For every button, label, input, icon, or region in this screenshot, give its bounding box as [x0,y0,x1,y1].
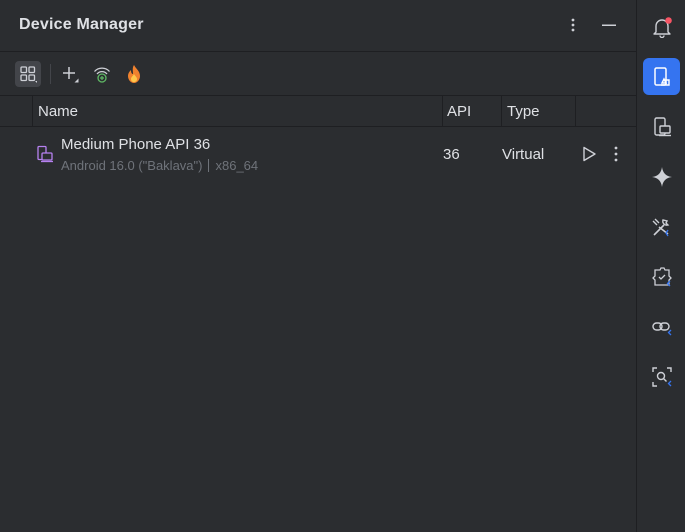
device-groups-icon [20,66,37,83]
device-os: Android 16.0 ("Baklava") [61,158,203,173]
column-divider[interactable] [32,96,33,127]
table-header: Name API Type [0,96,636,127]
right-tool-stripe [636,0,685,532]
start-device-button[interactable] [578,143,600,165]
column-divider[interactable] [501,96,502,127]
device-actions-menu-button[interactable] [605,143,627,165]
layout-inspector-tab[interactable] [643,358,680,395]
running-devices-tab[interactable] [643,108,680,145]
pair-wireless-button[interactable] [89,61,115,87]
add-device-icon [63,67,79,83]
build-tools-icon [652,218,669,236]
minimize-button[interactable] [598,14,620,36]
column-divider[interactable] [442,96,443,127]
options-menu-button[interactable] [562,14,584,36]
running-devices-icon [653,116,671,136]
device-arch: x86_64 [215,158,259,173]
subtitle-divider [208,159,210,172]
toolbar [0,52,636,96]
notification-badge [664,16,672,24]
app-quality-insights-tab[interactable] [643,258,680,295]
panel-title: Device Manager [19,16,144,33]
build-tools-tab[interactable] [643,208,680,245]
device-name: Medium Phone API 36 [61,136,211,153]
gemini-icon [651,166,672,187]
device-manager-window: Device Manager Name API Type Medium Phon… [0,0,685,532]
panel-header: Device Manager [0,0,636,52]
notifications-button[interactable] [643,8,680,45]
more-vertical-icon [571,18,575,32]
virtual-device-icon [37,145,53,163]
pair-wireless-icon [94,67,110,83]
column-name-header[interactable]: Name [38,96,78,127]
column-divider[interactable] [575,96,576,127]
group-devices-button[interactable] [15,61,41,87]
column-api-header[interactable]: API [447,96,471,127]
header-actions [562,14,620,36]
firebase-icon [128,65,140,83]
more-vertical-icon [614,146,618,162]
notifications-icon [652,16,672,38]
play-icon [583,146,596,162]
device-manager-panel: Device Manager Name API Type Medium Phon… [0,0,636,532]
layout-inspector-icon [651,366,672,387]
table-row[interactable]: Medium Phone API 36 Android 16.0 ("Bakla… [0,128,636,180]
app-links-icon [651,321,671,335]
device-api: 36 [443,146,460,163]
app-quality-insights-icon [651,266,672,286]
device-type: Virtual [502,146,545,163]
column-type-header[interactable]: Type [507,96,540,127]
firebase-device-streaming-button[interactable] [121,61,147,87]
gemini-tab[interactable] [643,158,680,195]
toolbar-separator [50,64,51,84]
device-manager-icon [653,66,670,86]
device-subtitle: Android 16.0 ("Baklava") x86_64 [61,158,258,173]
app-links-tab[interactable] [643,308,680,345]
device-manager-tab[interactable] [643,58,680,95]
minimize-icon [602,24,616,26]
add-device-button[interactable] [57,61,83,87]
